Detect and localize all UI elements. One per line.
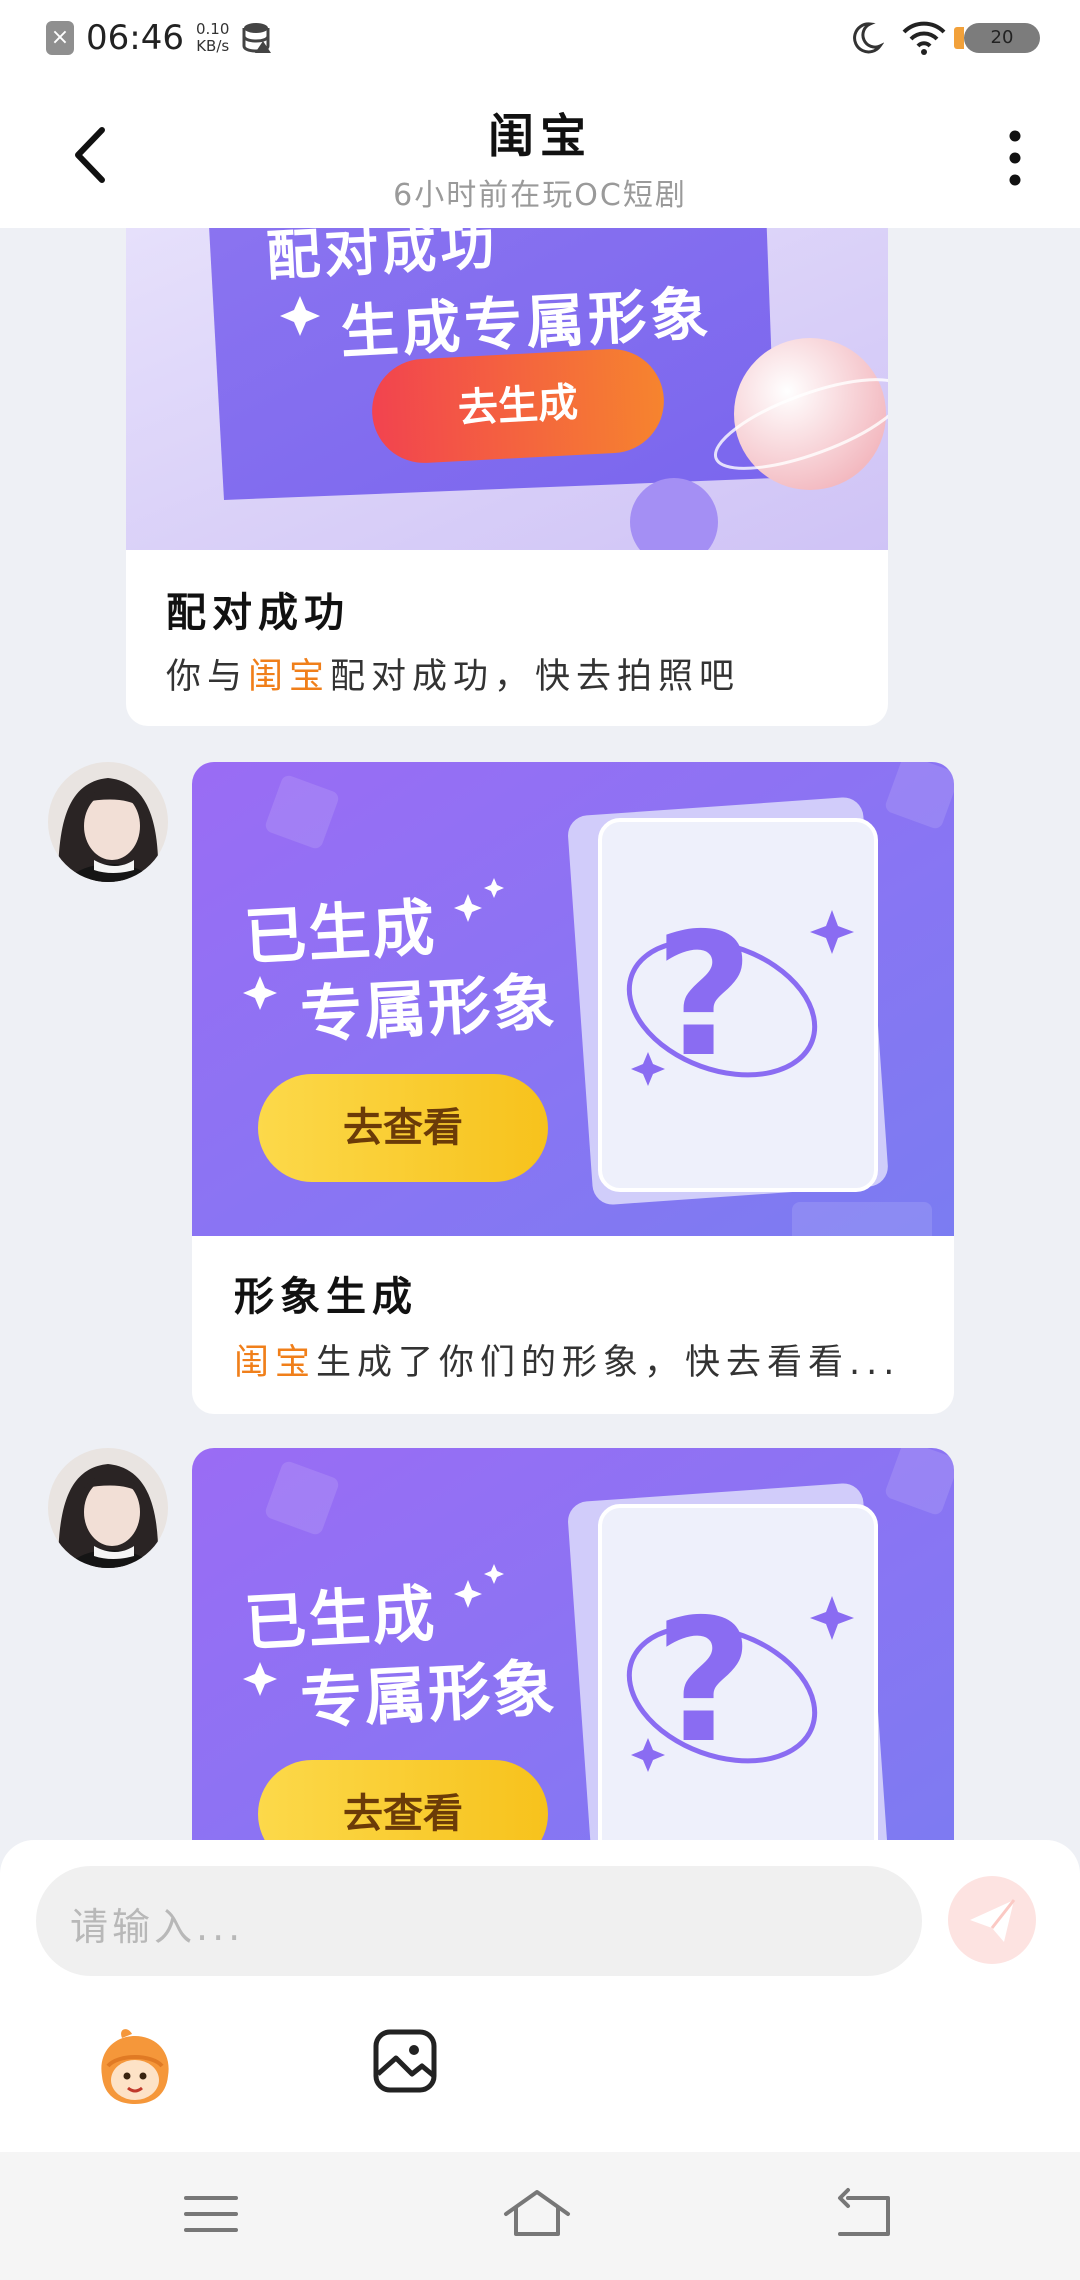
moon-icon	[853, 22, 884, 54]
message-card[interactable]: ? 已生成 专属形象 去查看	[192, 1448, 954, 1868]
avatar-image	[48, 762, 168, 882]
notification-close-icon: ×	[46, 21, 74, 55]
network-speed: 0.10 KB/s	[196, 21, 229, 55]
desc-suffix: 配对成功，快去拍照吧	[330, 657, 741, 697]
image-icon[interactable]	[372, 2028, 438, 2094]
input-placeholder: 请输入...	[70, 1905, 245, 1949]
banner-line2: 专属形象	[298, 965, 559, 1052]
svg-text:?: ?	[655, 1583, 754, 1781]
message-description: 闺宝生成了你们的形象，快去看看...	[234, 1334, 934, 1385]
more-options-button[interactable]	[1000, 128, 1030, 188]
menu-icon[interactable]	[176, 2184, 246, 2244]
partner-name: 闺宝	[234, 1343, 317, 1383]
view-button[interactable]: 去查看	[258, 1074, 548, 1182]
message-title: 形象生成	[234, 1274, 418, 1320]
message-title: 配对成功	[166, 590, 350, 636]
home-icon[interactable]	[502, 2184, 572, 2244]
svg-text:?: ?	[655, 897, 754, 1095]
message-card[interactable]: ? 已生成 专属形象 去查看 形象生成 闺宝生成了你们的形象，快去看看...	[192, 762, 954, 1414]
chat-header: 闺宝 6小时前在玩OC短剧	[0, 80, 1080, 228]
database-icon	[242, 23, 272, 53]
status-time: 06:46	[86, 18, 184, 58]
network-speed-value: 0.10	[195, 20, 230, 38]
chat-subtitle: 6小时前在玩OC短剧	[393, 178, 687, 213]
banner-line2: 专属形象	[298, 1651, 559, 1738]
mascot-icon[interactable]	[92, 2024, 178, 2110]
desc-prefix: 你与	[166, 657, 249, 697]
wifi-icon	[902, 21, 946, 55]
avatar[interactable]	[48, 1448, 168, 1568]
battery-indicator: 20	[954, 23, 1040, 53]
message-card[interactable]: 配对成功 生成专属形象 去生成 配对成功 你与闺宝配对成功，快去拍照吧	[126, 228, 888, 726]
chat-title: 闺宝	[488, 109, 592, 163]
avatar[interactable]	[48, 762, 168, 882]
send-button[interactable]	[948, 1876, 1036, 1964]
system-nav-bar	[0, 2152, 1080, 2280]
send-icon	[970, 1899, 1016, 1942]
message-input[interactable]: 请输入...	[36, 1866, 922, 1976]
back-icon[interactable]	[830, 2184, 900, 2244]
generate-button[interactable]: 去生成	[369, 346, 666, 465]
avatar-image	[48, 1448, 168, 1568]
composer: 请输入...	[0, 1840, 1080, 2152]
status-bar: × 06:46 0.10 KB/s 20	[0, 0, 1080, 80]
message-description: 你与闺宝配对成功，快去拍照吧	[166, 648, 740, 699]
partner-name: 闺宝	[248, 657, 331, 697]
network-speed-unit: KB/s	[196, 37, 230, 55]
desc-suffix: 生成了你们的形象，快去看看...	[316, 1343, 901, 1383]
